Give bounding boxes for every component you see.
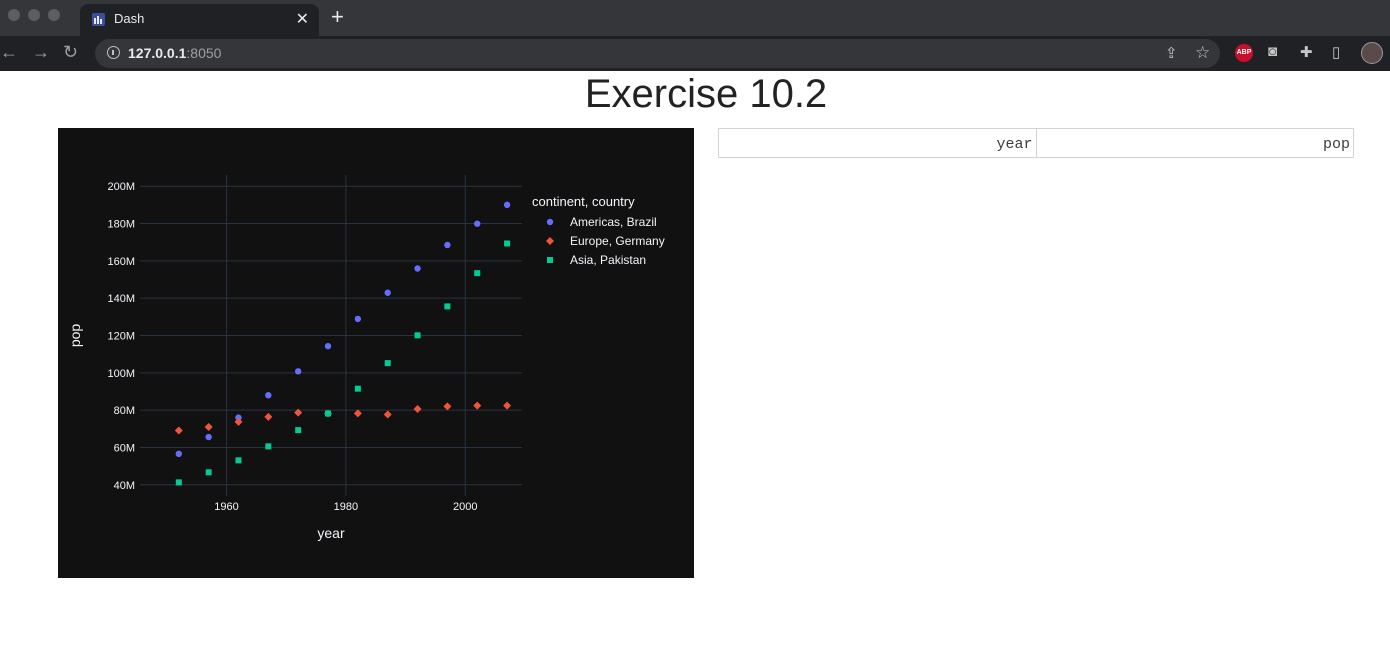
y-tick-label: 40M [114,480,135,492]
back-arrow-icon[interactable]: ← [0,42,18,63]
data-point [384,289,391,296]
url-text[interactable]: 127.0.0.1:8050 [128,45,221,61]
y-tick-label: 180M [107,219,135,231]
data-point [503,201,511,209]
y-tick-label: 60M [114,442,135,454]
data-point [413,405,422,414]
site-info-icon[interactable] [107,46,120,59]
legend-entry: Europe, Germany [570,234,665,248]
side-panel-icon[interactable]: ▯ [1332,43,1340,61]
x-axis-title: year [317,525,345,541]
data-point [383,410,392,419]
data-point [414,265,421,272]
camera-icon[interactable]: ◙ [1268,43,1277,60]
data-table: year pop [718,128,1354,158]
y-tick-label: 100M [107,368,135,380]
data-point [354,315,362,323]
data-point [264,412,273,421]
legend-marker [546,237,554,245]
y-tick-label: 80M [114,405,135,417]
data-point [205,469,212,476]
legend-marker [547,257,553,263]
data-point [174,426,183,435]
data-point [473,401,482,410]
data-point [265,392,272,399]
tab-close-icon[interactable]: ✕ [296,9,309,29]
legend-entry: Asia, Pakistan [570,253,646,267]
scatter-plot-svg: 40M 60M 80M 100M 120M 140M 160M 180M 200M 1960 198… [67,175,665,541]
browser-tab[interactable]: Dash ✕ [80,4,319,36]
browser-toolbar: ← → ↻ 127.0.0.1:8050 ⇪ ☆ ABP ◙ ✚ ▯ [0,36,1390,71]
y-tick-label: 140M [107,293,135,305]
window-minimize-dot[interactable] [28,9,40,21]
table-header-pop[interactable]: pop [1035,129,1354,157]
x-tick-label: 2000 [453,501,477,513]
population-scatter-graph[interactable]: 40M 60M 80M 100M 120M 140M 160M 180M 200M 1960 198… [58,128,694,578]
bookmark-star-icon[interactable]: ☆ [1195,43,1210,63]
profile-avatar-icon[interactable] [1361,42,1383,64]
y-tick-label: 160M [107,256,135,268]
data-point [444,303,451,310]
new-tab-button[interactable]: + [331,4,344,30]
data-point [294,368,302,375]
data-point [325,410,332,417]
data-point [235,457,242,464]
adblock-plus-icon[interactable]: ABP [1235,44,1253,62]
data-point [414,332,421,339]
data-point [474,270,481,277]
y-axis-title: pop [67,324,83,348]
reload-icon[interactable]: ↻ [63,42,78,63]
table-header-year[interactable]: year [719,129,1036,157]
extensions-puzzle-icon[interactable]: ✚ [1300,43,1313,61]
data-point [474,220,481,227]
legend-title: continent, country [532,194,635,209]
data-point [175,479,182,486]
address-bar[interactable]: 127.0.0.1:8050 ⇪ ☆ [95,39,1220,68]
data-point [265,443,272,450]
window-zoom-dot[interactable] [48,9,60,21]
forward-arrow-icon[interactable]: → [32,42,50,63]
data-point [504,240,511,247]
data-point [204,422,213,431]
data-point [205,433,212,441]
y-tick-label: 120M [107,331,135,343]
data-point [384,360,391,367]
x-tick-label: 1960 [214,501,238,513]
data-point [175,450,182,458]
y-tick-label: 200M [107,181,135,193]
share-icon[interactable]: ⇪ [1165,44,1178,62]
dash-favicon-icon [92,13,105,26]
x-tick-label: 1980 [334,501,358,513]
legend-marker [546,218,554,226]
data-point [324,342,332,350]
data-point [444,241,451,249]
page-title: Exercise 10.2 [584,72,828,116]
legend-entry: Americas, Brazil [570,215,657,229]
data-point [295,427,302,434]
data-point [354,385,361,392]
tab-title: Dash [114,11,145,26]
data-point [503,401,512,410]
data-point [443,402,452,411]
browser-tab-bar: Dash ✕ + [0,0,1390,36]
window-close-dot[interactable] [8,9,20,21]
